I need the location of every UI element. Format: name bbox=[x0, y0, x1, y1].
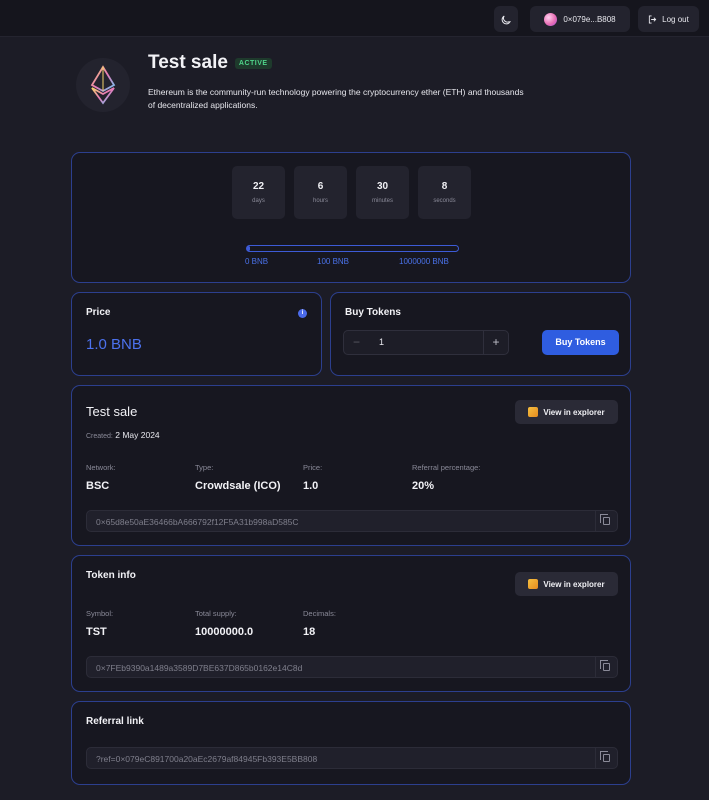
sale-address-field[interactable]: 0×65d8e50aE36466bA666792f12F5A31b998aD58… bbox=[86, 510, 618, 532]
ethereum-logo bbox=[76, 58, 130, 112]
title-row: Test sale ACTIVE bbox=[148, 52, 272, 74]
top-bar: 0×079e...B808 Log out bbox=[0, 0, 709, 37]
supply-label: Total supply: bbox=[195, 609, 237, 618]
referral-percentage-value: 20% bbox=[412, 480, 435, 492]
sale-price-value: 1.0 bbox=[303, 480, 319, 492]
referral-link-field[interactable]: ?ref=0×079eC891700a20aEc2679af84945Fb393… bbox=[86, 747, 618, 769]
progress-soft-label: 100 BNB bbox=[317, 257, 350, 266]
sale-explorer-button[interactable]: View in explorer bbox=[515, 400, 618, 424]
minutes-box: 30 minutes bbox=[356, 166, 409, 219]
seconds-box: 8 seconds bbox=[418, 166, 471, 219]
sale-price-field: Price: 1.0 bbox=[303, 463, 322, 492]
buy-tokens-button[interactable]: Buy Tokens bbox=[542, 330, 619, 355]
referral-percentage-label: Referral percentage: bbox=[412, 463, 481, 472]
symbol-field: Symbol: TST bbox=[86, 609, 113, 638]
symbol-label: Symbol: bbox=[86, 609, 114, 618]
wallet-avatar bbox=[544, 12, 558, 26]
created-value: 2 May 2024 bbox=[115, 430, 160, 440]
sale-description: Ethereum is the community-run technology… bbox=[148, 87, 524, 110]
explorer-icon bbox=[528, 579, 539, 589]
type-field: Type: Crowdsale (ICO) bbox=[195, 463, 281, 492]
status-badge: ACTIVE bbox=[234, 57, 272, 69]
token-explorer-label: View in explorer bbox=[543, 579, 605, 589]
copy-icon bbox=[600, 660, 610, 671]
wallet-address: 0×079e...B808 bbox=[563, 14, 616, 24]
network-field: Network: BSC bbox=[86, 463, 116, 492]
logout-label: Log out bbox=[662, 14, 689, 24]
copy-icon bbox=[600, 514, 610, 525]
copy-referral-link-button[interactable] bbox=[595, 748, 617, 768]
progress-fill bbox=[247, 246, 251, 251]
countdown-card: 22 days 6 hours 30 minutes 8 seconds 0 B… bbox=[71, 152, 631, 283]
referral-link-card: Referral link ?ref=0×079eC891700a20aEc26… bbox=[71, 701, 631, 785]
moon-icon bbox=[501, 15, 511, 24]
days-value: 22 bbox=[252, 181, 265, 192]
created-label: Created: bbox=[86, 433, 113, 440]
days-box: 22 days bbox=[232, 166, 285, 219]
token-explorer-button[interactable]: View in explorer bbox=[515, 572, 618, 596]
symbol-value: TST bbox=[86, 626, 107, 638]
referral-link: ?ref=0×079eC891700a20aEc2679af84945Fb393… bbox=[96, 754, 318, 764]
price-title: Price bbox=[86, 307, 111, 318]
token-address-field[interactable]: 0×7FEb9390a1489a3589D7BE637D865b0162e14C… bbox=[86, 656, 618, 678]
buy-tokens-card: Buy Tokens − 1 + Buy Tokens bbox=[330, 292, 631, 376]
copy-sale-address-button[interactable] bbox=[595, 511, 617, 531]
token-info-card: Token info View in explorer Symbol: TST … bbox=[71, 555, 631, 692]
token-address: 0×7FEb9390a1489a3589D7BE637D865b0162e14C… bbox=[96, 663, 303, 673]
type-value: Crowdsale (ICO) bbox=[195, 480, 281, 492]
info-icon[interactable]: i bbox=[298, 309, 307, 318]
network-value: BSC bbox=[86, 480, 110, 492]
decrement-button[interactable]: − bbox=[344, 331, 369, 354]
logout-icon bbox=[649, 14, 657, 24]
sale-address: 0×65d8e50aE36466bA666792f12F5A31b998aD58… bbox=[96, 517, 299, 527]
price-value: 1.0 BNB bbox=[86, 336, 142, 353]
sale-details-card: Test sale View in explorer Created: 2 Ma… bbox=[71, 385, 631, 546]
price-card: Price i 1.0 BNB bbox=[71, 292, 322, 376]
logout-button[interactable]: Log out bbox=[638, 6, 699, 32]
copy-token-address-button[interactable] bbox=[595, 657, 617, 677]
hours-value: 6 bbox=[317, 181, 324, 192]
referral-link-title: Referral link bbox=[86, 716, 144, 727]
minutes-value: 30 bbox=[376, 181, 389, 192]
minutes-label: minutes bbox=[371, 198, 393, 204]
quantity-stepper: − 1 + bbox=[343, 330, 509, 355]
decimals-field: Decimals: 18 bbox=[303, 609, 336, 638]
progress-max-label: 1000000 BNB bbox=[399, 257, 449, 266]
decimals-value: 18 bbox=[303, 626, 316, 638]
hours-label: hours bbox=[312, 198, 328, 204]
page-title: Test sale bbox=[148, 52, 228, 73]
progress-min-label: 0 BNB bbox=[245, 257, 269, 266]
copy-icon bbox=[600, 751, 610, 762]
explorer-icon bbox=[528, 407, 539, 417]
supply-value: 10000000.0 bbox=[195, 626, 254, 638]
referral-percentage-field: Referral percentage: 20% bbox=[412, 463, 480, 492]
token-info-title: Token info bbox=[86, 570, 136, 581]
supply-field: Total supply: 10000000.0 bbox=[195, 609, 253, 638]
increment-button[interactable]: + bbox=[483, 331, 508, 354]
network-label: Network: bbox=[86, 463, 116, 472]
sale-explorer-label: View in explorer bbox=[543, 407, 605, 417]
sale-details-title: Test sale bbox=[86, 404, 138, 419]
created-date: Created: 2 May 2024 bbox=[86, 430, 160, 440]
wallet-button[interactable]: 0×079e...B808 bbox=[530, 6, 630, 32]
days-label: days bbox=[252, 198, 265, 204]
buy-tokens-title: Buy Tokens bbox=[345, 307, 401, 318]
hours-box: 6 hours bbox=[294, 166, 347, 219]
seconds-label: seconds bbox=[433, 198, 456, 204]
type-label: Type: bbox=[195, 463, 214, 472]
theme-toggle-button[interactable] bbox=[494, 6, 518, 32]
seconds-value: 8 bbox=[441, 181, 448, 192]
quantity-input[interactable]: 1 bbox=[379, 337, 384, 347]
sale-price-label: Price: bbox=[303, 463, 323, 472]
decimals-label: Decimals: bbox=[303, 609, 336, 618]
raise-progress-bar bbox=[246, 245, 459, 252]
